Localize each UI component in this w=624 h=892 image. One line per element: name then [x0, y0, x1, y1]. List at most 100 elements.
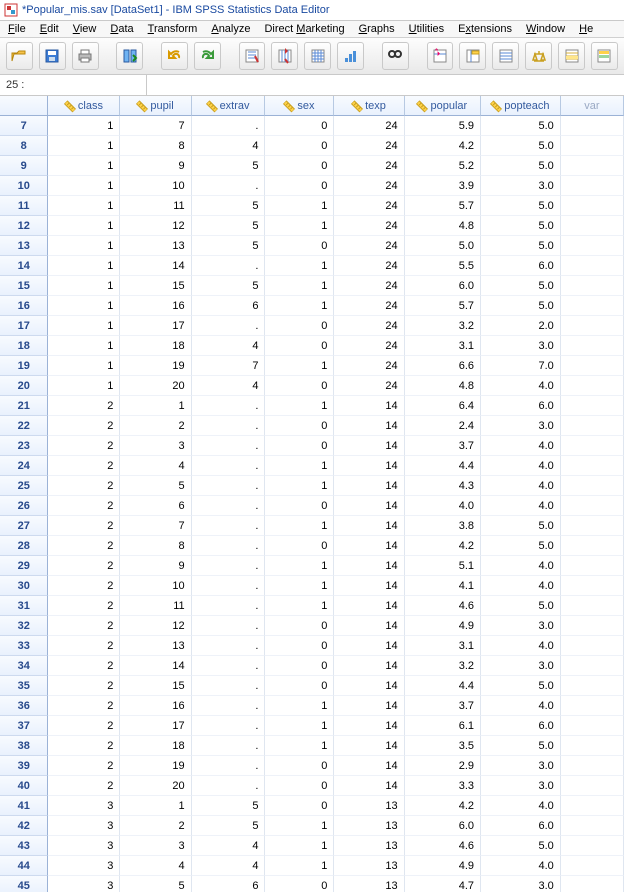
- cell[interactable]: [561, 716, 624, 736]
- cell[interactable]: 5.0: [481, 836, 561, 856]
- cell[interactable]: 0: [265, 876, 334, 892]
- cell[interactable]: 12: [120, 616, 191, 636]
- cell[interactable]: 3: [120, 836, 191, 856]
- cell[interactable]: 1: [265, 716, 334, 736]
- column-header-sex[interactable]: sex: [265, 96, 334, 116]
- cell[interactable]: 3: [120, 436, 191, 456]
- cell[interactable]: .: [192, 436, 266, 456]
- value-labels-button[interactable]: [591, 42, 618, 70]
- cell[interactable]: 6.1: [405, 716, 481, 736]
- cell[interactable]: 5.1: [405, 556, 481, 576]
- recall-dialog-button[interactable]: [116, 42, 143, 70]
- cell[interactable]: 14: [334, 536, 404, 556]
- cell[interactable]: 5.2: [405, 156, 481, 176]
- row-header[interactable]: 8: [0, 136, 48, 156]
- cell[interactable]: 14: [334, 636, 404, 656]
- cell[interactable]: 3: [48, 856, 120, 876]
- row-header[interactable]: 37: [0, 716, 48, 736]
- cell[interactable]: 11: [120, 196, 191, 216]
- cell[interactable]: 2: [48, 456, 120, 476]
- open-button[interactable]: [6, 42, 33, 70]
- cell[interactable]: 3.0: [481, 656, 561, 676]
- cell[interactable]: 0: [265, 336, 334, 356]
- cell[interactable]: .: [192, 536, 266, 556]
- cell[interactable]: 24: [334, 296, 404, 316]
- cell[interactable]: 0: [265, 796, 334, 816]
- cell[interactable]: [561, 476, 624, 496]
- cell[interactable]: 3.1: [405, 336, 481, 356]
- cell[interactable]: 4.7: [405, 876, 481, 892]
- cell[interactable]: 4.0: [405, 496, 481, 516]
- cell[interactable]: [561, 796, 624, 816]
- cell[interactable]: 17: [120, 316, 191, 336]
- menu-direct-marketing[interactable]: Direct Marketing: [264, 23, 344, 35]
- cell[interactable]: [561, 436, 624, 456]
- cell[interactable]: 8: [120, 536, 191, 556]
- cell[interactable]: 1: [48, 256, 120, 276]
- cell[interactable]: 5.0: [481, 536, 561, 556]
- cell[interactable]: 13: [334, 796, 404, 816]
- row-header[interactable]: 25: [0, 476, 48, 496]
- cell[interactable]: 13: [334, 816, 404, 836]
- column-header-extrav[interactable]: extrav: [192, 96, 266, 116]
- row-header[interactable]: 43: [0, 836, 48, 856]
- find-button[interactable]: [382, 42, 409, 70]
- cell[interactable]: 3.0: [481, 416, 561, 436]
- cell[interactable]: 0: [265, 176, 334, 196]
- cell[interactable]: 20: [120, 776, 191, 796]
- cell[interactable]: 1: [48, 196, 120, 216]
- cell[interactable]: .: [192, 556, 266, 576]
- cell[interactable]: 3.7: [405, 436, 481, 456]
- cell[interactable]: 4.2: [405, 796, 481, 816]
- cell[interactable]: 0: [265, 136, 334, 156]
- cell[interactable]: 2: [48, 636, 120, 656]
- cell[interactable]: 3.0: [481, 756, 561, 776]
- cell[interactable]: [561, 576, 624, 596]
- cell[interactable]: 4.0: [481, 496, 561, 516]
- cell[interactable]: .: [192, 696, 266, 716]
- cell[interactable]: [561, 696, 624, 716]
- cell[interactable]: 1: [48, 216, 120, 236]
- cell[interactable]: 3.3: [405, 776, 481, 796]
- cell[interactable]: [561, 656, 624, 676]
- goto-case-button[interactable]: [239, 42, 266, 70]
- cell[interactable]: 3.7: [405, 696, 481, 716]
- cell[interactable]: [561, 496, 624, 516]
- cell[interactable]: 6: [192, 296, 266, 316]
- cell[interactable]: 2: [48, 736, 120, 756]
- insert-variable-button[interactable]: [459, 42, 486, 70]
- cell[interactable]: 4: [120, 856, 191, 876]
- cell[interactable]: 1: [265, 356, 334, 376]
- cell[interactable]: .: [192, 416, 266, 436]
- cell[interactable]: 14: [334, 576, 404, 596]
- cell[interactable]: 24: [334, 276, 404, 296]
- cell[interactable]: 3.1: [405, 636, 481, 656]
- row-header[interactable]: 32: [0, 616, 48, 636]
- cell[interactable]: 4.1: [405, 576, 481, 596]
- cell[interactable]: 4.0: [481, 636, 561, 656]
- cell[interactable]: .: [192, 756, 266, 776]
- cell[interactable]: 14: [334, 556, 404, 576]
- cell[interactable]: 7: [120, 516, 191, 536]
- cell[interactable]: .: [192, 656, 266, 676]
- cell[interactable]: 1: [265, 856, 334, 876]
- cell[interactable]: .: [192, 316, 266, 336]
- cell[interactable]: .: [192, 496, 266, 516]
- cell[interactable]: [561, 756, 624, 776]
- cell[interactable]: 1: [265, 736, 334, 756]
- cell[interactable]: 4: [192, 136, 266, 156]
- cell[interactable]: 1: [48, 136, 120, 156]
- cell[interactable]: 2: [48, 676, 120, 696]
- cell[interactable]: 8: [120, 136, 191, 156]
- cell[interactable]: 11: [120, 596, 191, 616]
- cell[interactable]: 24: [334, 216, 404, 236]
- menu-data[interactable]: Data: [110, 23, 133, 35]
- variables-info-button[interactable]: [304, 42, 331, 70]
- cell[interactable]: 5.0: [481, 596, 561, 616]
- select-cases-button[interactable]: [558, 42, 585, 70]
- cell[interactable]: [561, 456, 624, 476]
- cell[interactable]: [561, 116, 624, 136]
- cell[interactable]: [561, 176, 624, 196]
- row-header[interactable]: 34: [0, 656, 48, 676]
- cell[interactable]: 5.0: [481, 196, 561, 216]
